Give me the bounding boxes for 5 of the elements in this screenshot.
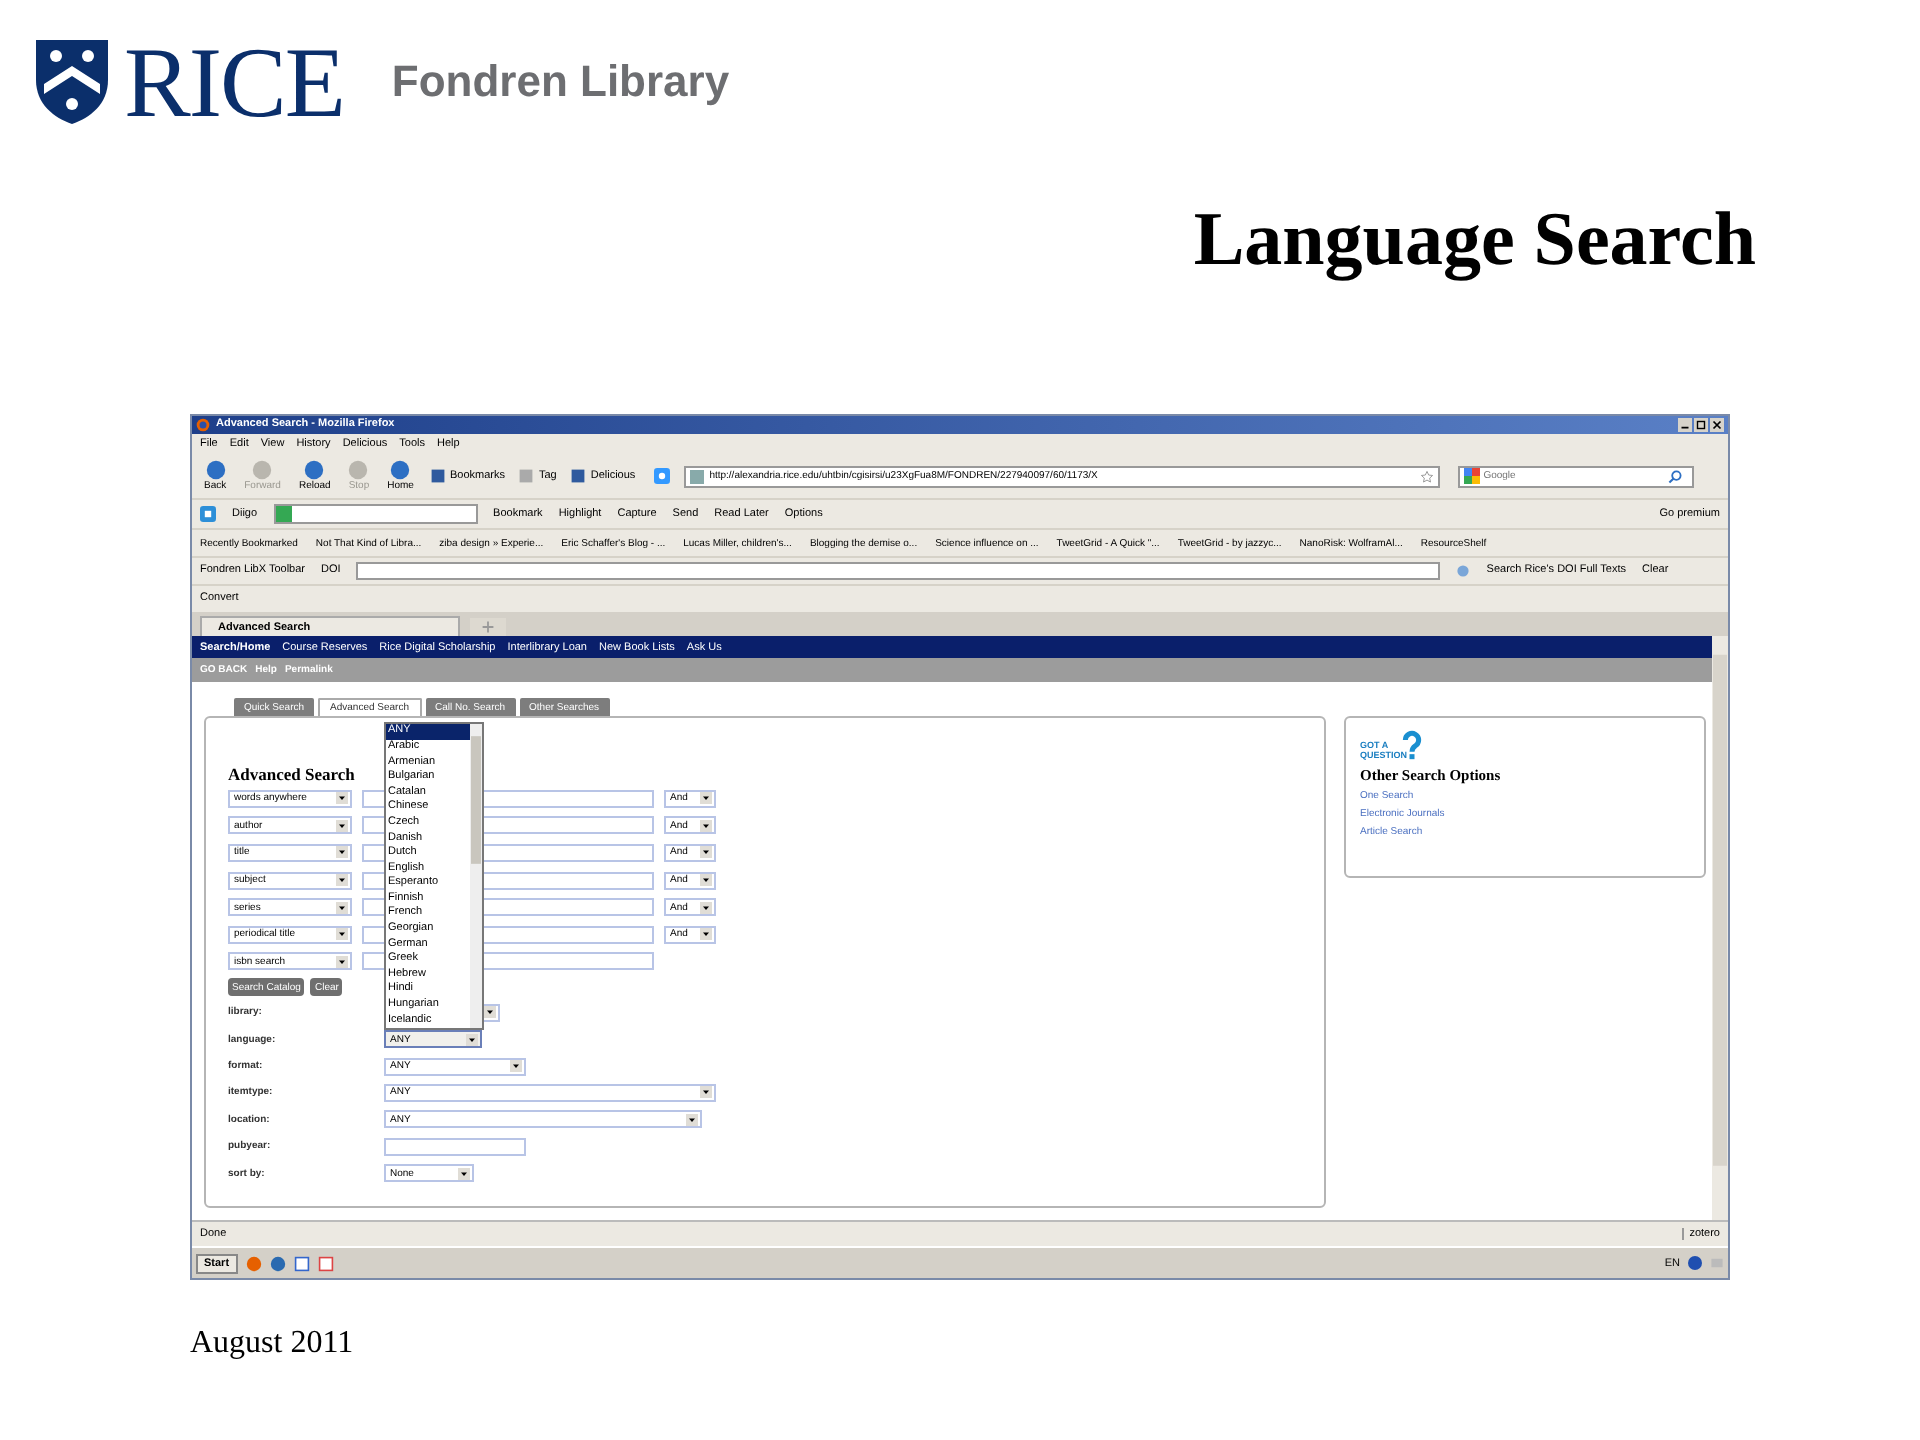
logo-wordmark: RICE	[124, 24, 344, 140]
slide-date: August 2011	[190, 1326, 354, 1362]
slide-title: Language Search	[1193, 196, 1756, 286]
logo-subtitle: Fondren Library	[391, 56, 730, 108]
panel-heading: Advanced Search	[228, 766, 355, 783]
